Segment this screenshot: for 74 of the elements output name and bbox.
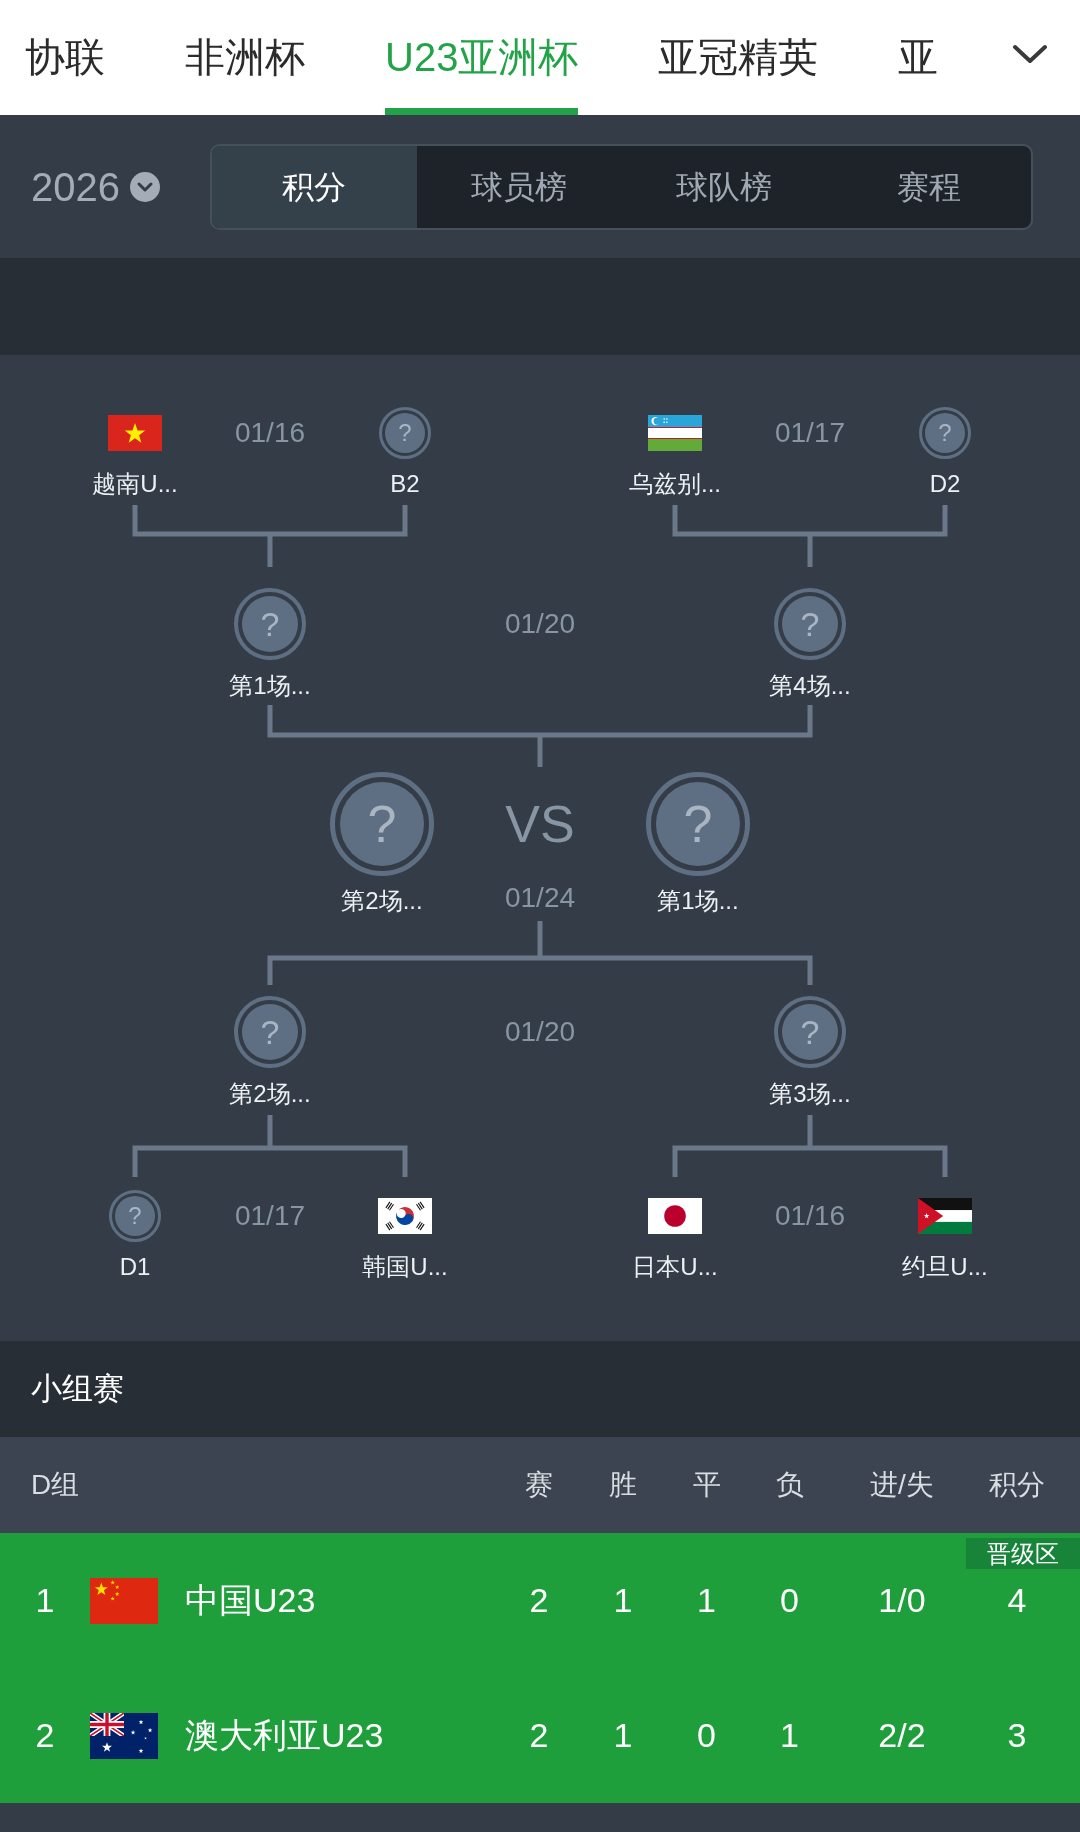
stat-cell-text: 4 — [1007, 1580, 1027, 1621]
match-date: 01/17 — [774, 417, 846, 449]
team-name: 越南U... — [92, 469, 178, 499]
team-name-cell: 澳大利亚U23 — [185, 1716, 384, 1754]
team-name: 第1场... — [657, 886, 739, 916]
league-tab[interactable]: 非洲杯 — [185, 0, 305, 115]
column-header: 赛 — [525, 1468, 553, 1502]
stat-cell-text: 1 — [780, 1715, 799, 1756]
team-name: D2 — [929, 469, 961, 499]
japan-flag-icon — [648, 1198, 702, 1234]
league-tab[interactable]: 亚 — [898, 0, 939, 115]
korea-flag-icon — [378, 1198, 432, 1234]
team-name: 日本U... — [632, 1252, 718, 1282]
view-tab[interactable]: 积分 — [212, 145, 417, 228]
chevron-down-icon[interactable] — [1012, 44, 1048, 64]
stat-cell-text: 0 — [780, 1580, 799, 1621]
column-header: 负 — [775, 1468, 804, 1502]
team-name: 第1场... — [229, 671, 311, 701]
team-name: 第3场... — [769, 1079, 851, 1109]
stat-cell-text: 3 — [1007, 1715, 1027, 1756]
team-name: D1 — [119, 1252, 151, 1282]
unknown-team-icon: ? — [330, 772, 434, 876]
unknown-team-icon: ? — [109, 1190, 161, 1242]
section-title: 小组赛 — [31, 1369, 124, 1408]
rank-cell-text: 2 — [35, 1715, 55, 1756]
match-date: 01/24 — [504, 883, 576, 913]
stat-cell-text: 1 — [613, 1715, 633, 1756]
stat-cell-text: 2/2 — [878, 1715, 926, 1756]
team-name: 约旦U... — [902, 1252, 988, 1282]
column-header: 积分 — [989, 1468, 1045, 1502]
league-tab[interactable]: 亚冠精英 — [658, 0, 819, 115]
china-flag-icon — [90, 1577, 158, 1624]
stat-cell-text: 1 — [613, 1580, 633, 1621]
group-name: D组 — [31, 1469, 80, 1500]
match-date: 01/16 — [234, 417, 306, 449]
versus-label: VS — [505, 796, 575, 852]
team-name-cell: 中国U23 — [185, 1581, 316, 1619]
unknown-team-icon: ? — [774, 996, 846, 1068]
match-date: 01/16 — [774, 1200, 846, 1232]
match-date: 01/20 — [504, 608, 576, 640]
view-tab[interactable]: 赛程 — [826, 145, 1031, 228]
stat-cell-text: 0 — [697, 1715, 716, 1756]
rank-cell-text: 1 — [35, 1580, 55, 1621]
view-tab[interactable]: 球队榜 — [621, 145, 827, 228]
team-name: 第2场... — [341, 886, 423, 916]
unknown-team-icon: ? — [646, 772, 750, 876]
chevron-down-icon — [130, 171, 160, 202]
team-name: 乌兹别... — [629, 469, 721, 499]
vietnam-flag-icon — [108, 415, 162, 451]
column-header: 平 — [692, 1468, 721, 1502]
team-name: 韩国U... — [362, 1252, 448, 1282]
stat-cell-text: 1 — [697, 1580, 716, 1621]
qualification-badge: 晋级区 — [966, 1538, 1080, 1569]
column-header: 胜 — [609, 1468, 637, 1502]
stat-cell-text: 1/0 — [878, 1580, 926, 1621]
season-selector[interactable]: 2026 — [31, 162, 163, 211]
uzbekistan-flag-icon — [648, 415, 702, 451]
unknown-team-icon: ? — [234, 996, 306, 1068]
match-date: 01/20 — [504, 1016, 576, 1048]
australia-flag-icon — [90, 1712, 158, 1759]
team-name: B2 — [390, 469, 420, 499]
jordan-flag-icon — [918, 1198, 972, 1234]
unknown-team-icon: ? — [234, 588, 306, 660]
unknown-team-icon: ? — [774, 588, 846, 660]
league-tab[interactable]: 协联 — [25, 0, 105, 115]
team-name: 第4场... — [769, 671, 851, 701]
unknown-team-icon: ? — [379, 407, 431, 459]
view-tab[interactable]: 球员榜 — [416, 145, 622, 228]
stat-cell-text: 2 — [529, 1580, 549, 1621]
match-date: 01/17 — [234, 1200, 306, 1232]
team-name: 第2场... — [229, 1079, 311, 1109]
stat-cell-text: 2 — [529, 1715, 549, 1756]
unknown-team-icon: ? — [919, 407, 971, 459]
column-header: 进/失 — [870, 1468, 934, 1502]
